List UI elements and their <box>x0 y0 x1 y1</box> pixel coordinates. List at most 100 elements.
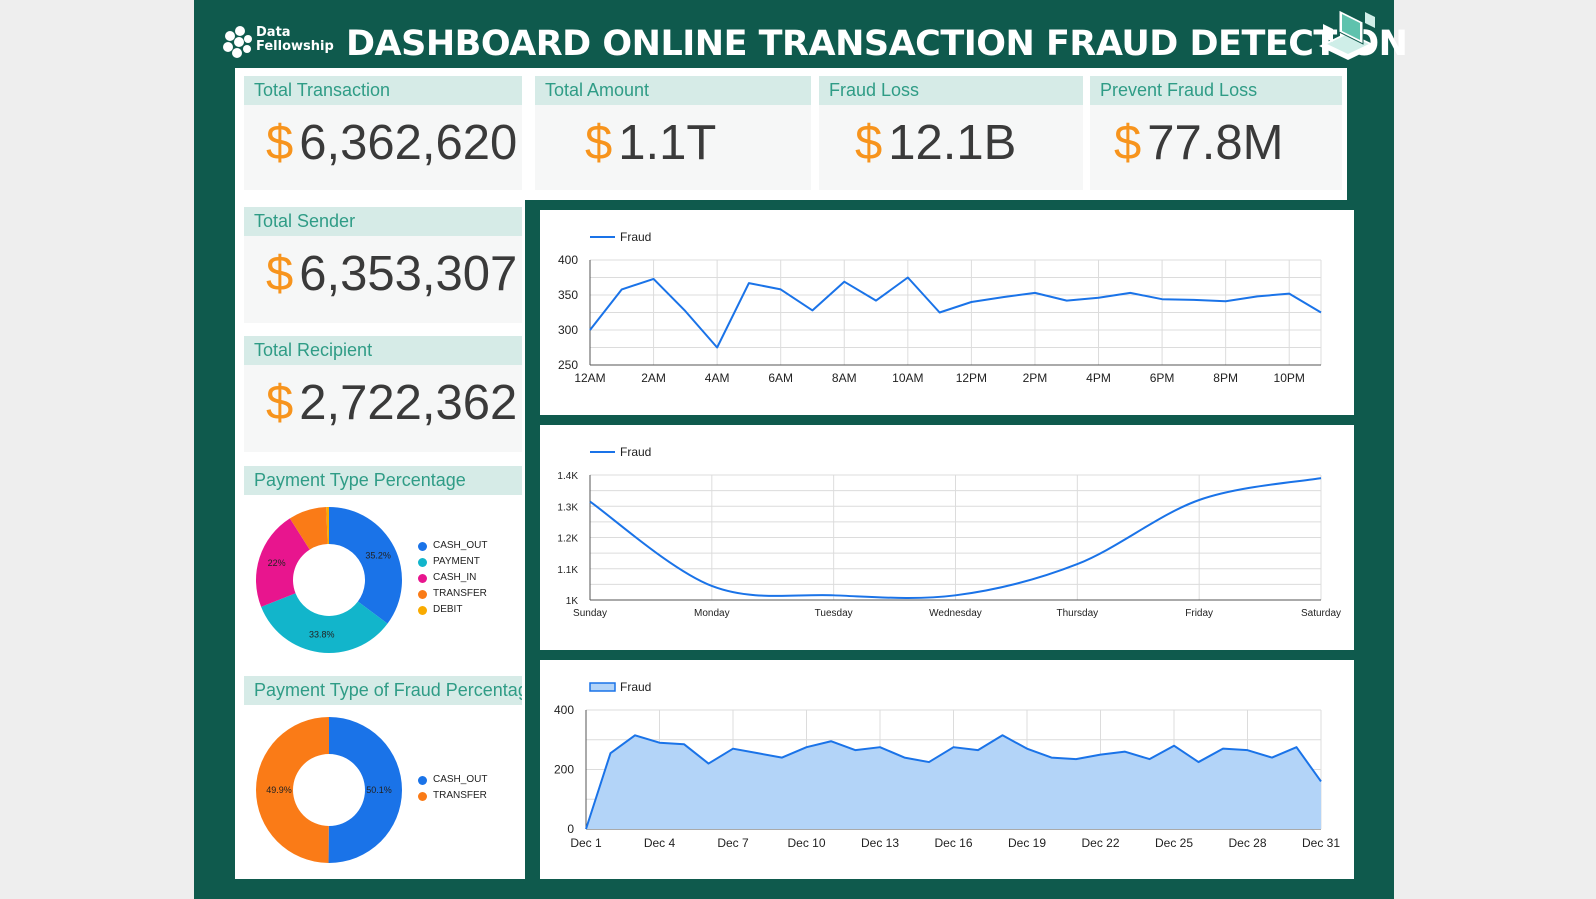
data-point <box>1160 297 1164 301</box>
kpi-number: 1.1T <box>618 116 717 170</box>
data-point <box>1192 298 1196 302</box>
kpi-total-recipient: Total Recipient $2,722,362 <box>244 336 522 452</box>
legend-item: TRANSFER <box>418 586 487 602</box>
x-tick-label: Dec 7 <box>717 836 749 850</box>
data-point <box>756 751 760 755</box>
data-point <box>874 299 878 303</box>
legend-label: PAYMENT <box>433 556 480 567</box>
data-point <box>1246 748 1250 752</box>
x-tick-label: Monday <box>694 608 730 619</box>
data-point <box>1172 744 1176 748</box>
chart-legend: Fraud <box>590 445 651 459</box>
weekday-fraud-chart: Fraud 1K 1.1K 1.2K 1.3K 1.4K Sunday Monday Tuesd… <box>540 425 1354 650</box>
dollar-icon: $ <box>1114 116 1142 170</box>
kpi-label: Total Recipient <box>244 336 522 365</box>
data-point <box>1001 733 1005 737</box>
slice-label: 22% <box>268 558 286 568</box>
data-point <box>1025 747 1029 751</box>
legend-label: Fraud <box>620 230 651 244</box>
data-point <box>954 593 958 597</box>
data-point <box>805 745 809 749</box>
kpi-total-amount: Total Amount $1.1T <box>535 76 811 190</box>
data-point <box>1065 299 1069 303</box>
x-tick-label: Dec 19 <box>1008 836 1046 850</box>
donut-title: Payment Type of Fraud Percentage <box>244 676 522 705</box>
legend-label: CASH_OUT <box>433 540 488 551</box>
data-point <box>1148 757 1152 761</box>
data-point <box>1319 779 1323 783</box>
data-point <box>1050 756 1054 760</box>
chart-legend: Fraud <box>589 680 651 694</box>
x-tick-label: Dec 16 <box>934 836 972 850</box>
y-tick-label: 0 <box>567 822 574 836</box>
legend-dot <box>418 557 427 567</box>
x-tick-label: 12PM <box>956 371 987 385</box>
data-point <box>878 745 882 749</box>
kpi-value: $6,362,620 <box>266 115 517 171</box>
legend-item: DEBIT <box>418 602 487 618</box>
dashboard-frame: Data Fellowship DASHBOARD ONLINE TRANSAC… <box>194 0 1408 899</box>
data-point <box>1033 291 1037 295</box>
y-tick-label: 400 <box>554 703 574 717</box>
kpi-value: $2,722,362 <box>266 375 517 431</box>
y-tick-label: 350 <box>558 288 578 302</box>
legend-item: CASH_OUT <box>418 538 487 554</box>
data-point <box>976 748 980 752</box>
legend-label: CASH_IN <box>433 572 477 583</box>
data-point <box>652 277 656 281</box>
data-point <box>620 287 624 291</box>
slice-label: 50.1% <box>366 785 392 795</box>
y-tick-label: 400 <box>558 253 578 267</box>
x-tick-label: 2PM <box>1023 371 1048 385</box>
data-point <box>927 760 931 764</box>
kpi-total-transaction: Total Transaction $6,362,620 <box>244 76 522 190</box>
dollar-icon: $ <box>585 116 613 170</box>
kpi-value: $77.8M <box>1114 115 1283 171</box>
y-tick-label: 1.3K <box>557 502 578 513</box>
data-point <box>832 593 836 597</box>
data-point <box>731 747 735 751</box>
x-tick-label: Dec 25 <box>1155 836 1193 850</box>
legend-label: TRANSFER <box>433 588 487 599</box>
payment-type-donut: 35.2% 33.8% 22% <box>256 507 402 653</box>
kpi-value: $12.1B <box>855 115 1016 171</box>
data-point <box>609 751 613 755</box>
kpi-value: $6,353,307 <box>266 246 517 302</box>
x-tick-label: 6PM <box>1150 371 1175 385</box>
dollar-icon: $ <box>266 376 294 430</box>
x-tick-label: Dec 1 <box>570 836 602 850</box>
x-tick-label: 8AM <box>832 371 857 385</box>
x-tick-label: Tuesday <box>815 608 853 619</box>
data-point <box>633 733 637 737</box>
data-point <box>1075 562 1079 566</box>
page-title: DASHBOARD ONLINE TRANSACTION FRAUD DETEC… <box>346 24 1408 64</box>
data-point <box>969 300 973 304</box>
x-tick-label: 6AM <box>768 371 793 385</box>
legend-item: TRANSFER <box>418 788 487 804</box>
x-tick-label: 4AM <box>705 371 730 385</box>
kpi-fraud-loss: Fraud Loss $12.1B <box>819 76 1083 190</box>
y-tick-label: 1.4K <box>557 471 578 482</box>
y-tick-label: 1.2K <box>557 534 578 545</box>
slice-cash-out <box>329 507 402 624</box>
logo-line1: Data <box>256 25 291 40</box>
data-point <box>1097 296 1101 300</box>
kpi-number: 77.8M <box>1147 116 1284 170</box>
data-point <box>1074 757 1078 761</box>
data-point <box>707 762 711 766</box>
x-tick-label: 10PM <box>1274 371 1305 385</box>
kpi-number: 6,362,620 <box>299 116 518 170</box>
data-point <box>1197 760 1201 764</box>
data-point <box>779 287 783 291</box>
data-point <box>854 748 858 752</box>
x-tick-label: Dec 10 <box>787 836 825 850</box>
legend-label: Fraud <box>620 445 651 459</box>
legend-label: CASH_OUT <box>433 774 488 785</box>
data-point <box>588 328 592 332</box>
data-point <box>1001 295 1005 299</box>
chart-legend: Fraud <box>590 230 651 244</box>
data-point <box>1128 291 1132 295</box>
kpi-number: 12.1B <box>888 116 1017 170</box>
data-point <box>1270 756 1274 760</box>
data-point <box>658 741 662 745</box>
